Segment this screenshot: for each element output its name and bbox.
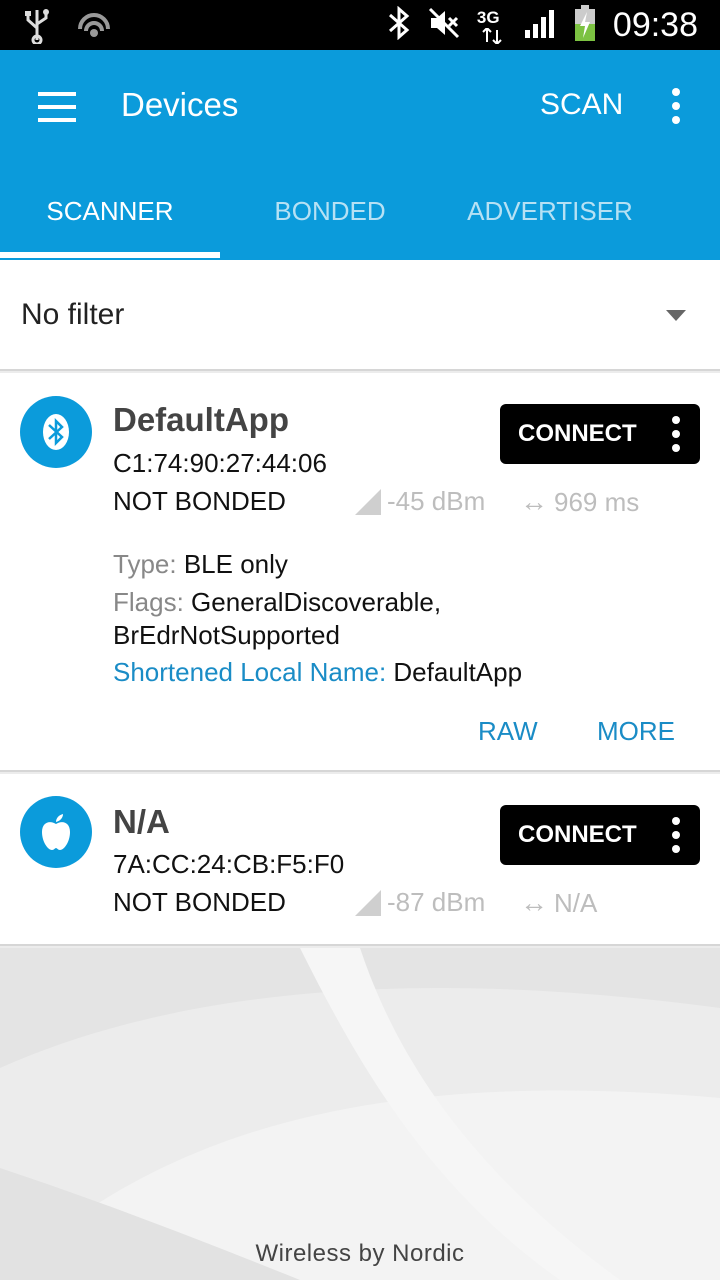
device-options-icon[interactable]: [670, 817, 682, 853]
signal-icon: [523, 6, 557, 45]
connect-button[interactable]: CONNECT: [500, 404, 700, 464]
device-card[interactable]: DefaultApp C1:74:90:27:44:06 NOT BONDED …: [0, 373, 720, 772]
signal-strength-icon: [355, 488, 381, 515]
dropdown-arrow-icon: [666, 310, 686, 321]
tab-indicator: [0, 252, 220, 258]
connect-label: CONNECT: [518, 420, 637, 447]
device-address: C1:74:90:27:44:06: [113, 448, 327, 478]
status-bar: 3G 09:38: [0, 0, 720, 50]
interval-arrows-icon: ↔: [520, 486, 548, 517]
usb-icon: [22, 8, 52, 49]
more-button[interactable]: MORE: [597, 716, 675, 747]
mute-icon: [427, 6, 461, 45]
tab-bonded[interactable]: BONDED: [220, 196, 440, 227]
rssi-readout: -45 dBm: [355, 486, 485, 517]
network-3g-icon: 3G: [477, 6, 507, 46]
page-title: Devices: [121, 86, 239, 123]
detail-type-value: BLE only: [183, 549, 288, 579]
detail-local-name-label: Shortened Local Name:: [113, 657, 387, 687]
bluetooth-icon: [20, 396, 92, 468]
bluetooth-icon: [387, 5, 411, 45]
detail-local-name-value: DefaultApp: [393, 657, 523, 687]
overflow-menu-icon[interactable]: [668, 86, 684, 126]
battery-charging-icon: [573, 4, 597, 47]
device-name: N/A: [113, 803, 170, 840]
tab-advertiser[interactable]: ADVERTISER: [440, 196, 660, 227]
rssi-value: -87 dBm: [387, 887, 486, 917]
detail-type: Type: BLE only: [113, 548, 288, 581]
app-bar: Devices SCAN SCANNER BONDED ADVERTISER: [0, 50, 720, 260]
tab-scanner[interactable]: SCANNER: [0, 196, 220, 227]
detail-flags-value-2: BrEdrNotSupported: [113, 620, 340, 650]
bond-state: NOT BONDED: [113, 887, 286, 917]
detail-type-label: Type:: [113, 549, 177, 579]
clock: 09:38: [612, 6, 698, 44]
device-options-icon[interactable]: [670, 416, 682, 452]
scan-button[interactable]: SCAN: [540, 88, 623, 122]
device-address: 7A:CC:24:CB:F5:F0: [113, 849, 345, 879]
tab-bar: SCANNER BONDED ADVERTISER: [0, 186, 720, 260]
connect-label: CONNECT: [518, 821, 637, 848]
interval-arrows-icon: ↔: [520, 887, 548, 918]
detail-flags-label: Flags:: [113, 587, 184, 617]
cast-icon: [76, 11, 112, 46]
footer-branding: Wireless by Nordic: [255, 1240, 465, 1267]
rssi-value: -45 dBm: [387, 486, 486, 516]
filter-selected-value: No filter: [21, 298, 125, 331]
detail-flags: Flags: GeneralDiscoverable, BrEdrNotSupp…: [113, 586, 441, 652]
device-card[interactable]: N/A 7A:CC:24:CB:F5:F0 NOT BONDED -87 dBm…: [0, 774, 720, 946]
filter-dropdown[interactable]: No filter: [0, 260, 720, 371]
signal-strength-icon: [355, 889, 381, 916]
rssi-readout: -87 dBm: [355, 887, 485, 918]
apple-icon: [20, 796, 92, 868]
detail-local-name: Shortened Local Name: DefaultApp: [113, 656, 522, 689]
bond-state: NOT BONDED: [113, 486, 286, 516]
device-name: DefaultApp: [113, 401, 289, 438]
detail-flags-value-1: GeneralDiscoverable,: [191, 587, 442, 617]
background-pattern: [0, 948, 720, 1280]
raw-button[interactable]: RAW: [478, 716, 538, 747]
menu-icon[interactable]: [38, 92, 76, 122]
interval-readout: ↔ N/A: [520, 887, 597, 919]
interval-readout: ↔ 969 ms: [520, 486, 639, 518]
interval-value: N/A: [554, 887, 598, 918]
interval-value: 969 ms: [554, 486, 640, 517]
connect-button[interactable]: CONNECT: [500, 805, 700, 865]
